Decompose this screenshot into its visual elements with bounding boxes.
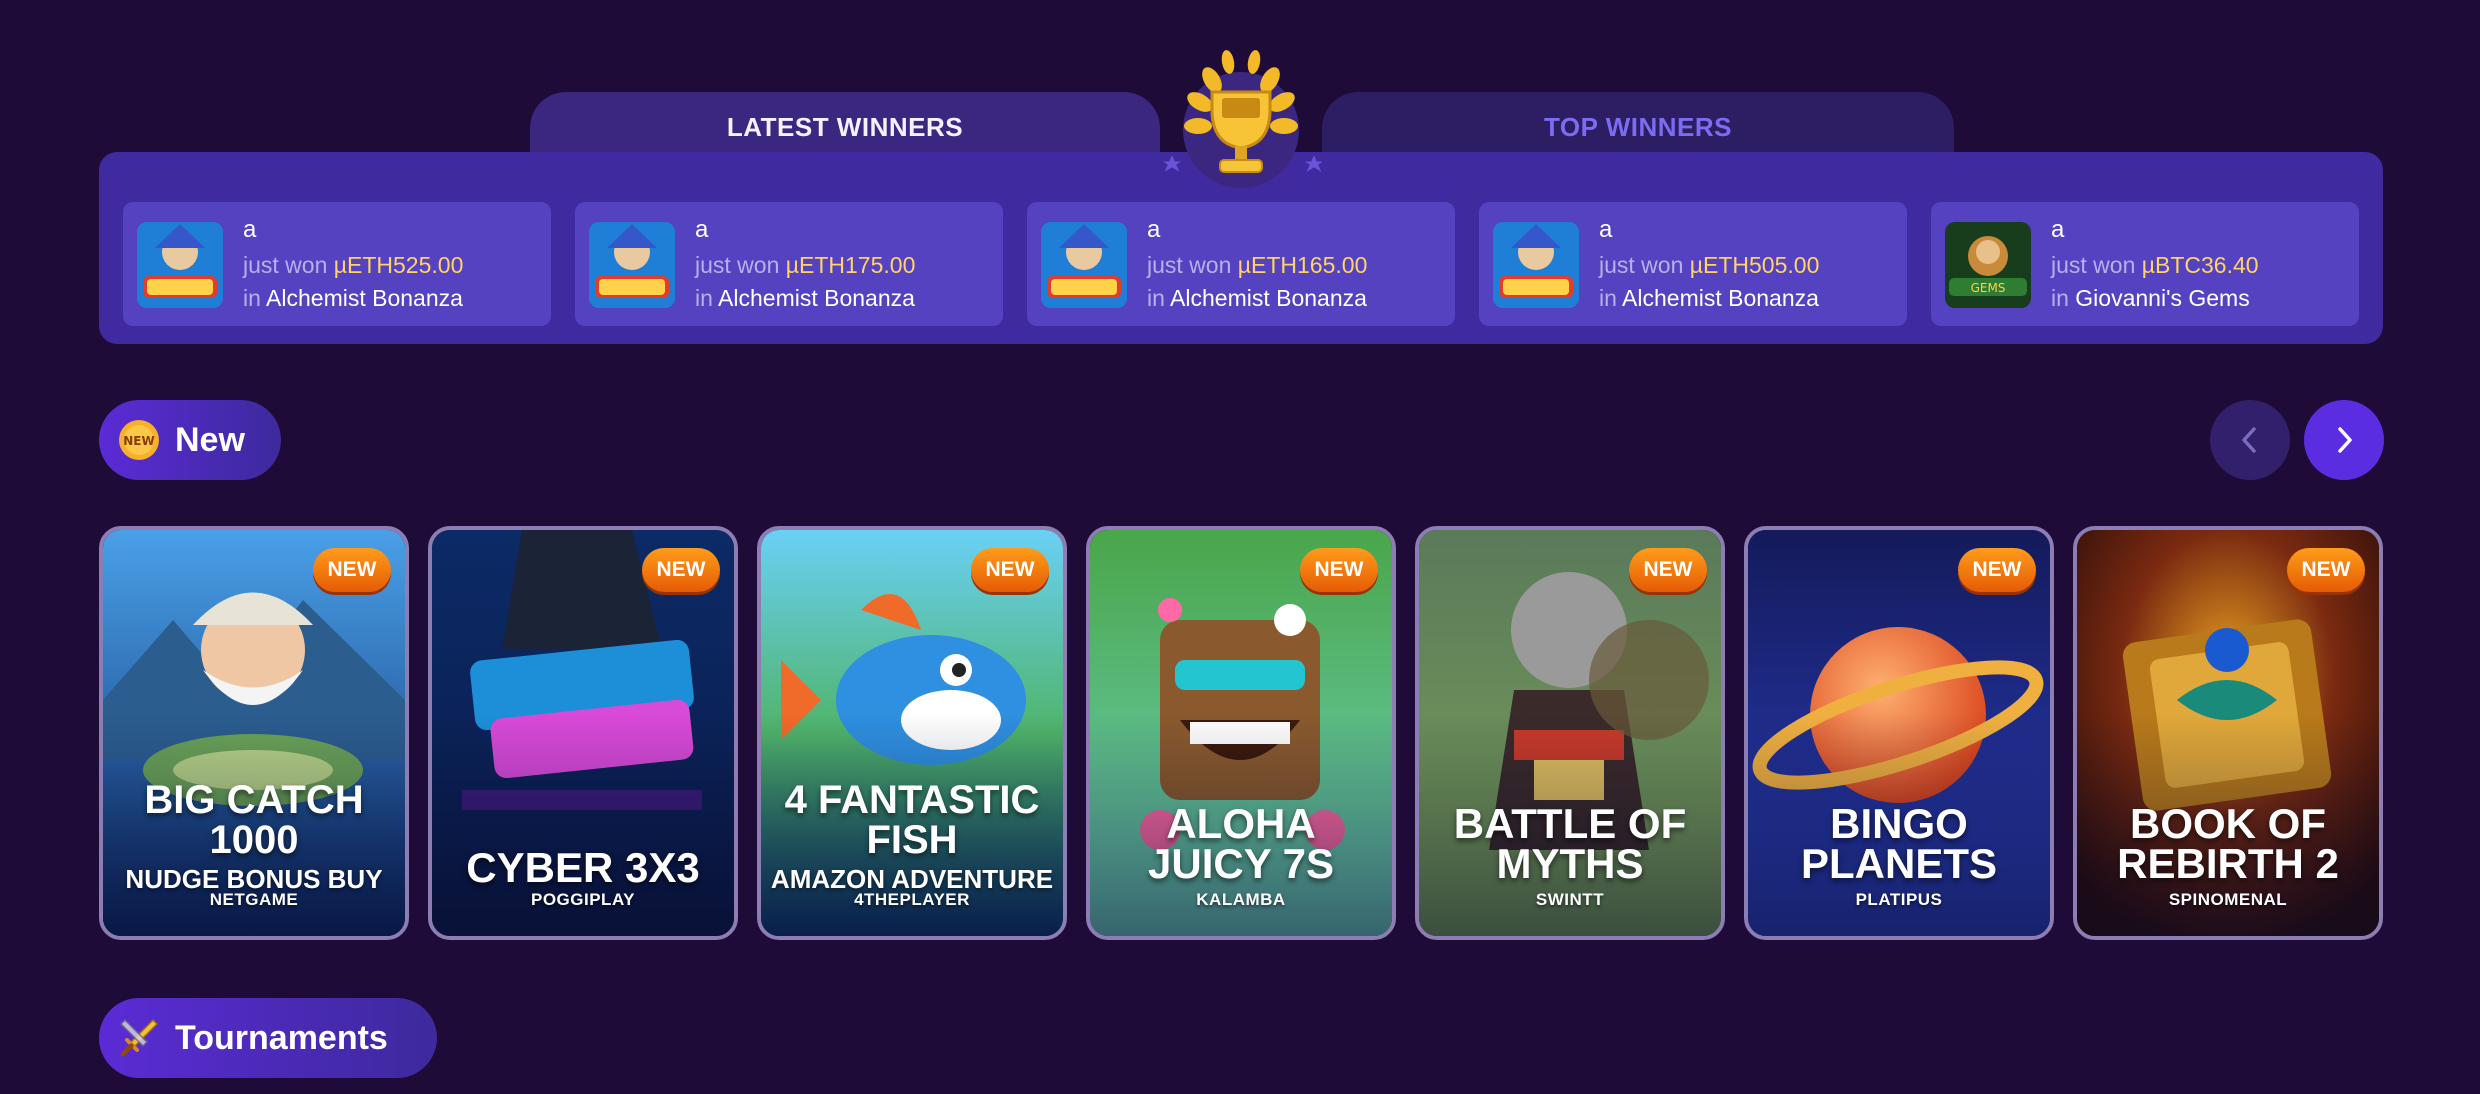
svg-text:GEMS: GEMS — [1971, 281, 2006, 295]
won-prefix: just won — [1147, 252, 1238, 278]
new-badge: NEW — [1629, 548, 1707, 592]
winner-game: Giovanni's Gems — [2075, 285, 2250, 311]
won-prefix: just won — [2051, 252, 2142, 278]
new-badge: NEW — [313, 548, 391, 592]
section-new-title: New — [175, 420, 245, 459]
carousel-prev-button[interactable] — [2210, 400, 2290, 480]
section-tournaments-header[interactable]: Tournaments — [99, 998, 437, 1078]
game-thumbnail — [1493, 222, 1579, 308]
in-prefix: in — [2051, 285, 2076, 311]
winner-username: a — [695, 216, 709, 243]
game-card-4-fantastic-fish[interactable]: NEW 4 FANTASTIC FISH AMAZON ADVENTURE 4T… — [757, 526, 1067, 940]
new-badge: NEW — [1958, 548, 2036, 592]
winner-amount-line: just won µETH165.00 — [1147, 252, 1367, 279]
game-title: BATTLE OF MYTHS — [1453, 800, 1687, 887]
game-title: CYBER 3X3 — [466, 844, 700, 891]
chevron-right-icon — [2338, 427, 2352, 453]
game-provider: 4THEPLAYER — [854, 890, 970, 909]
section-new-header[interactable]: NEW New — [99, 400, 281, 480]
winner-card[interactable]: a just won µETH165.00 in Alchemist Bonan… — [1027, 202, 1455, 326]
winner-game: Alchemist Bonanza — [1170, 285, 1367, 311]
winner-game-line: in Alchemist Bonanza — [695, 285, 915, 312]
winner-game: Alchemist Bonanza — [266, 285, 463, 311]
winner-game-line: in Alchemist Bonanza — [1599, 285, 1819, 312]
winner-amount-line: just won µETH175.00 — [695, 252, 915, 279]
game-provider: NETGAME — [209, 890, 299, 909]
new-badge: NEW — [971, 548, 1049, 592]
winner-amount: µBTC36.40 — [2141, 252, 2259, 278]
winner-amount: µETH175.00 — [785, 252, 916, 278]
new-badge-icon-text: NEW — [123, 434, 154, 448]
winner-username: a — [1599, 216, 1613, 243]
game-thumbnail — [1041, 222, 1127, 308]
game-thumbnail: GEMS — [1945, 222, 2031, 308]
winner-amount: µETH505.00 — [1689, 252, 1820, 278]
game-title: BOOK OF REBIRTH 2 — [2117, 800, 2339, 887]
new-badge-icon: NEW — [119, 420, 159, 460]
winner-card[interactable]: a just won µETH525.00 in Alchemist Bonan… — [123, 202, 551, 326]
game-provider: KALAMBA — [1196, 890, 1286, 909]
new-badge: NEW — [2287, 548, 2365, 592]
game-thumbnail — [137, 222, 223, 308]
in-prefix: in — [695, 285, 719, 311]
winner-game: Alchemist Bonanza — [1622, 285, 1819, 311]
tab-latest-label: LATEST WINNERS — [726, 111, 964, 142]
winner-amount: µETH525.00 — [333, 252, 464, 278]
in-prefix: in — [1147, 285, 1171, 311]
game-card-bingo-planets[interactable]: NEW BINGO PLANETS PLATIPUS — [1744, 526, 2054, 940]
game-card-aloha-juicy-7s[interactable]: NEW ALOHA JUICY 7S KALAMBA — [1086, 526, 1396, 940]
game-provider: POGGIPLAY — [530, 890, 635, 909]
chevron-left-icon — [2242, 427, 2256, 453]
winner-game-line: in Giovanni's Gems — [2051, 285, 2250, 312]
game-card-book-of-rebirth-2[interactable]: NEW BOOK OF REBIRTH 2 SPINOMENAL — [2073, 526, 2383, 940]
winner-username: a — [2051, 216, 2065, 243]
winner-username: a — [1147, 216, 1161, 243]
winner-amount: µETH165.00 — [1237, 252, 1368, 278]
section-tournaments-title: Tournaments — [175, 1018, 388, 1057]
game-title: ALOHA JUICY 7S — [1148, 800, 1334, 887]
game-provider: PLATIPUS — [1855, 890, 1943, 909]
tab-top-label: TOP WINNERS — [1543, 111, 1732, 142]
winner-game: Alchemist Bonanza — [718, 285, 915, 311]
game-card-cyber-3x3[interactable]: NEW CYBER 3X3 POGGIPLAY — [428, 526, 738, 940]
game-title: BINGO PLANETS — [1800, 800, 1997, 887]
won-prefix: just won — [243, 252, 334, 278]
winner-card[interactable]: GEMS a just won µBTC36.40 in Giovanni's … — [1931, 202, 2359, 326]
winner-card[interactable]: a just won µETH505.00 in Alchemist Bonan… — [1479, 202, 1907, 326]
in-prefix: in — [1599, 285, 1623, 311]
won-prefix: just won — [1599, 252, 1690, 278]
sword-icon — [119, 1018, 159, 1057]
game-card-big-catch[interactable]: NEW BIG CATCH 1000 NUDGE BONUS BUY NETGA… — [99, 526, 409, 940]
game-thumbnail — [589, 222, 675, 308]
winner-amount-line: just won µETH505.00 — [1599, 252, 1819, 279]
game-title: 4 FANTASTIC FISH — [784, 778, 1040, 862]
winner-game-line: in Alchemist Bonanza — [1147, 285, 1367, 312]
game-title: BIG CATCH 1000 — [144, 778, 364, 862]
winner-amount-line: just won µETH525.00 — [243, 252, 463, 279]
game-card-battle-of-myths[interactable]: NEW BATTLE OF MYTHS SWINTT — [1415, 526, 1725, 940]
in-prefix: in — [243, 285, 267, 311]
game-provider: SWINTT — [1535, 890, 1605, 909]
winner-game-line: in Alchemist Bonanza — [243, 285, 463, 312]
new-badge: NEW — [1300, 548, 1378, 592]
carousel-next-button[interactable] — [2304, 400, 2384, 480]
game-provider: SPINOMENAL — [2168, 890, 2288, 909]
winner-username: a — [243, 216, 257, 243]
trophy-icon — [1162, 50, 1322, 188]
new-badge: NEW — [642, 548, 720, 592]
winner-card[interactable]: a just won µETH175.00 in Alchemist Bonan… — [575, 202, 1003, 326]
winner-amount-line: just won µBTC36.40 — [2051, 252, 2259, 279]
won-prefix: just won — [695, 252, 786, 278]
